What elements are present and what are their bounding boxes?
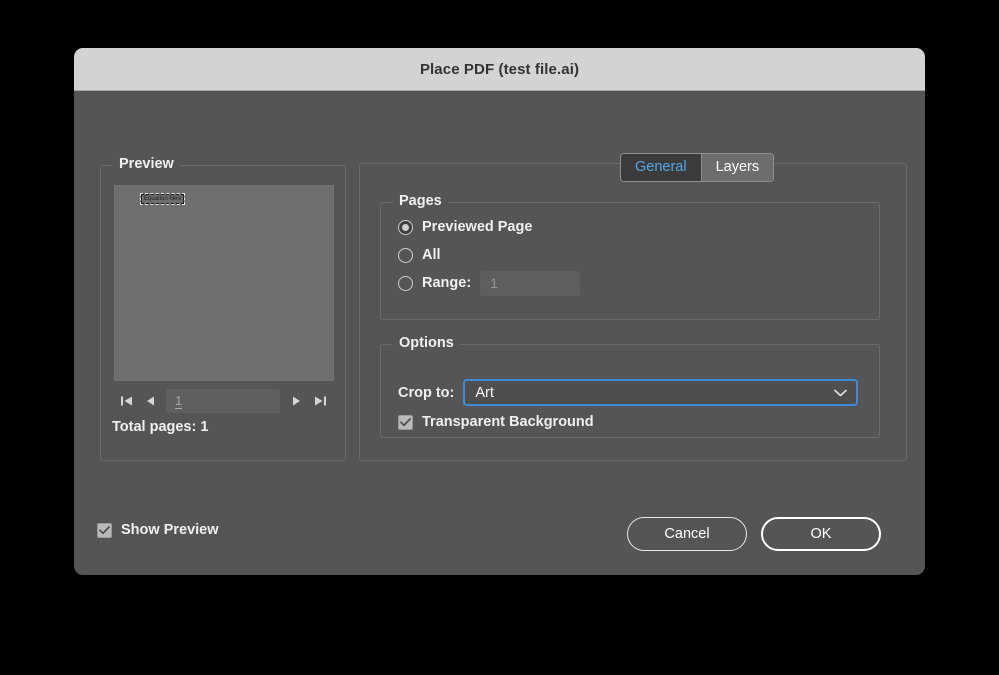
dialog-title: Place PDF (test file.ai) [420, 61, 579, 78]
radio-all-icon [398, 248, 413, 263]
range-input[interactable]: 1 [480, 271, 580, 296]
total-pages-label: Total pages: 1 [112, 419, 208, 435]
previous-page-icon[interactable] [138, 390, 162, 412]
ok-button[interactable]: OK [761, 517, 881, 551]
tab-layers[interactable]: Layers [701, 154, 774, 181]
next-page-icon[interactable] [284, 390, 308, 412]
crop-to-value: Art [475, 385, 494, 401]
pages-group: Pages Previewed Page All Range: 1 [380, 202, 880, 320]
show-preview-checkbox[interactable]: Show Preview [97, 522, 219, 538]
radio-range-icon [398, 276, 413, 291]
dialog-body: Preview Equation here 1 [74, 91, 925, 575]
pages-legend: Pages [393, 193, 448, 209]
checkbox-checked-icon [398, 415, 413, 430]
radio-range-label: Range: [422, 275, 471, 291]
general-tab-panel: Pages Previewed Page All Range: 1 Option [359, 163, 907, 461]
radio-all-label: All [422, 247, 441, 263]
radio-range[interactable]: Range: 1 [398, 273, 580, 293]
preview-legend: Preview [113, 156, 180, 172]
options-group: Options Crop to: Art Transparent Backgro… [380, 344, 880, 438]
radio-previewed-page-icon [398, 220, 413, 235]
radio-previewed-page-label: Previewed Page [422, 219, 532, 235]
chevron-down-icon [834, 389, 847, 397]
crop-to-row: Crop to: Art [398, 379, 858, 406]
crop-to-label: Crop to: [398, 385, 454, 401]
show-preview-label: Show Preview [121, 522, 219, 538]
preview-panel: Preview Equation here 1 [100, 165, 346, 461]
radio-previewed-page[interactable]: Previewed Page [398, 217, 532, 237]
tabstrip: General Layers [620, 153, 774, 182]
first-page-icon[interactable] [114, 390, 138, 412]
last-page-icon[interactable] [308, 390, 332, 412]
radio-all[interactable]: All [398, 245, 441, 265]
preview-thumbnail-text: Equation here [141, 194, 184, 204]
tab-general[interactable]: General [621, 154, 701, 181]
page-number-input[interactable]: 1 [166, 389, 280, 413]
cancel-button[interactable]: Cancel [627, 517, 747, 551]
dialog-titlebar: Place PDF (test file.ai) [74, 48, 925, 91]
crop-to-select[interactable]: Art [463, 379, 858, 406]
page-number-value: 1 [175, 393, 182, 409]
transparent-background-label: Transparent Background [422, 414, 594, 430]
options-legend: Options [393, 335, 460, 351]
checkbox-checked-icon [97, 523, 112, 538]
preview-pager: 1 [114, 388, 332, 414]
place-pdf-dialog: Place PDF (test file.ai) Preview Equatio… [74, 48, 925, 575]
transparent-background-checkbox[interactable]: Transparent Background [398, 414, 594, 430]
preview-thumbnail[interactable]: Equation here [114, 185, 334, 381]
